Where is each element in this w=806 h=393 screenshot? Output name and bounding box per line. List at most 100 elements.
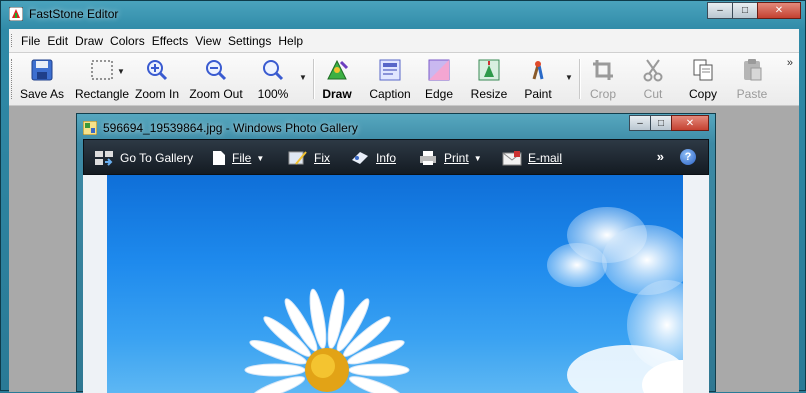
gallery-fix-button[interactable]: Fix — [288, 150, 330, 166]
photo-gallery-window: 596694_19539864.jpg - Windows Photo Gall… — [76, 113, 716, 393]
rectangle-select-icon — [91, 60, 113, 80]
zoom-100-button[interactable]: 100% — [251, 57, 295, 103]
email-icon — [502, 151, 522, 166]
photo-viewing-area — [83, 175, 709, 393]
paste-button: Paste — [733, 57, 771, 103]
zoom-in-icon — [147, 60, 168, 81]
close-button[interactable]: ✕ — [757, 2, 801, 19]
zoom-in-button[interactable]: Zoom In — [131, 57, 183, 103]
photo-image[interactable] — [107, 175, 683, 393]
zoom-out-label: Zoom Out — [189, 87, 243, 101]
crop-button: Crop — [585, 57, 621, 103]
save-as-button[interactable]: Save As — [17, 57, 67, 103]
maximize-icon: □ — [657, 117, 665, 129]
copy-button[interactable]: Copy — [683, 57, 723, 103]
menu-settings[interactable]: Settings — [228, 34, 271, 48]
cut-button: Cut — [635, 57, 671, 103]
gallery-more-icon[interactable]: » — [657, 149, 664, 164]
caption-icon — [379, 59, 401, 81]
menu-file[interactable]: File — [21, 34, 40, 48]
rectangle-dropdown-icon[interactable]: ▼ — [117, 67, 125, 76]
info-icon — [352, 152, 368, 164]
chevron-down-icon: ▼ — [256, 153, 265, 163]
faststone-editor-window: FastStone Editor – □ ✕ File Edit Draw Co… — [0, 0, 806, 393]
draw-label: Draw — [322, 87, 352, 101]
toolbar-separator — [579, 59, 581, 99]
menu-view[interactable]: View — [195, 34, 221, 48]
save-as-label: Save As — [19, 87, 65, 101]
toolbar-more-icon[interactable]: » — [787, 57, 793, 69]
gallery-print-label: Print — [444, 151, 469, 165]
paint-label: Paint — [524, 87, 552, 101]
app-icon — [9, 7, 23, 21]
gallery-minimize-button[interactable]: – — [629, 115, 651, 131]
resize-button[interactable]: Resize — [467, 57, 511, 103]
gallery-icon — [95, 151, 113, 166]
gallery-maximize-button[interactable]: □ — [650, 115, 672, 131]
resize-label: Resize — [470, 87, 508, 101]
gallery-print-menu[interactable]: Print ▼ — [418, 150, 482, 166]
draw-button[interactable]: Draw — [317, 57, 357, 103]
menu-bar: File Edit Draw Colors Effects View Setti… — [9, 29, 799, 53]
zoom-out-button[interactable]: Zoom Out — [185, 57, 247, 103]
file-icon — [213, 151, 225, 165]
toolbar-grip[interactable] — [11, 59, 15, 99]
caption-label: Caption — [369, 87, 411, 101]
caption-button[interactable]: Caption — [365, 57, 415, 103]
menu-colors[interactable]: Colors — [110, 34, 145, 48]
paste-label: Paste — [736, 87, 768, 101]
minimize-button[interactable]: – — [707, 2, 733, 19]
close-icon: ✕ — [685, 117, 695, 129]
window-title: FastStone Editor — [29, 7, 119, 21]
paste-icon — [744, 59, 762, 81]
rectangle-label: Rectangle — [74, 87, 130, 101]
minimize-icon: – — [637, 117, 643, 129]
copy-icon — [693, 59, 713, 81]
photo-gallery-title-bar[interactable]: 596694_19539864.jpg - Windows Photo Gall… — [83, 118, 358, 138]
menu-edit[interactable]: Edit — [47, 34, 68, 48]
chevron-down-icon: ▼ — [473, 153, 482, 163]
fix-icon — [288, 151, 307, 165]
zoom-actual-icon — [263, 60, 284, 81]
resize-icon — [478, 59, 500, 81]
print-icon — [420, 151, 436, 165]
zoom-in-label: Zoom In — [134, 87, 179, 101]
gallery-close-button[interactable]: ✕ — [671, 115, 709, 131]
gallery-info-label: Info — [376, 151, 397, 165]
title-bar[interactable]: FastStone Editor – □ ✕ — [1, 1, 806, 28]
close-icon: ✕ — [774, 5, 784, 16]
photo-gallery-icon — [83, 121, 97, 135]
gallery-file-menu[interactable]: File ▼ — [212, 150, 264, 166]
zoom-out-icon — [206, 60, 227, 81]
edge-button[interactable]: Edge — [419, 57, 459, 103]
paint-dropdown-icon[interactable]: ▼ — [565, 73, 573, 82]
rectangle-button[interactable]: Rectangle — [69, 57, 135, 103]
save-icon — [31, 59, 53, 81]
toolbar: Save As Rectangle ▼ Zoom In Zoom Out 100… — [9, 53, 799, 106]
gallery-info-button[interactable]: Info — [350, 150, 396, 166]
photo-gallery-title: 596694_19539864.jpg - Windows Photo Gall… — [103, 121, 358, 135]
menu-draw[interactable]: Draw — [75, 34, 103, 48]
paint-button[interactable]: Paint — [517, 57, 559, 103]
gallery-file-label: File — [232, 151, 252, 165]
menu-effects[interactable]: Effects — [152, 34, 188, 48]
zoom-100-label: 100% — [257, 87, 289, 101]
gallery-email-label: E-mail — [528, 151, 563, 165]
help-icon[interactable]: ? — [680, 149, 696, 165]
draw-icon — [327, 59, 349, 80]
go-to-gallery-label: Go To Gallery — [120, 151, 194, 165]
go-to-gallery-button[interactable]: Go To Gallery — [94, 150, 193, 166]
gallery-email-button[interactable]: E-mail — [502, 150, 562, 166]
copy-label: Copy — [688, 87, 717, 101]
toolbar-separator — [313, 59, 315, 99]
menu-grip[interactable] — [11, 34, 15, 47]
cut-label: Cut — [643, 87, 663, 101]
crop-label: Crop — [589, 87, 616, 101]
edge-icon — [428, 59, 450, 81]
crop-icon — [593, 60, 613, 80]
zoom-dropdown-icon[interactable]: ▼ — [299, 73, 307, 82]
photo-gallery-command-bar: Go To Gallery File ▼ Fix Info Print ▼ E-… — [83, 139, 709, 175]
maximize-button[interactable]: □ — [732, 2, 758, 19]
maximize-icon: □ — [741, 5, 749, 16]
menu-help[interactable]: Help — [278, 34, 303, 48]
